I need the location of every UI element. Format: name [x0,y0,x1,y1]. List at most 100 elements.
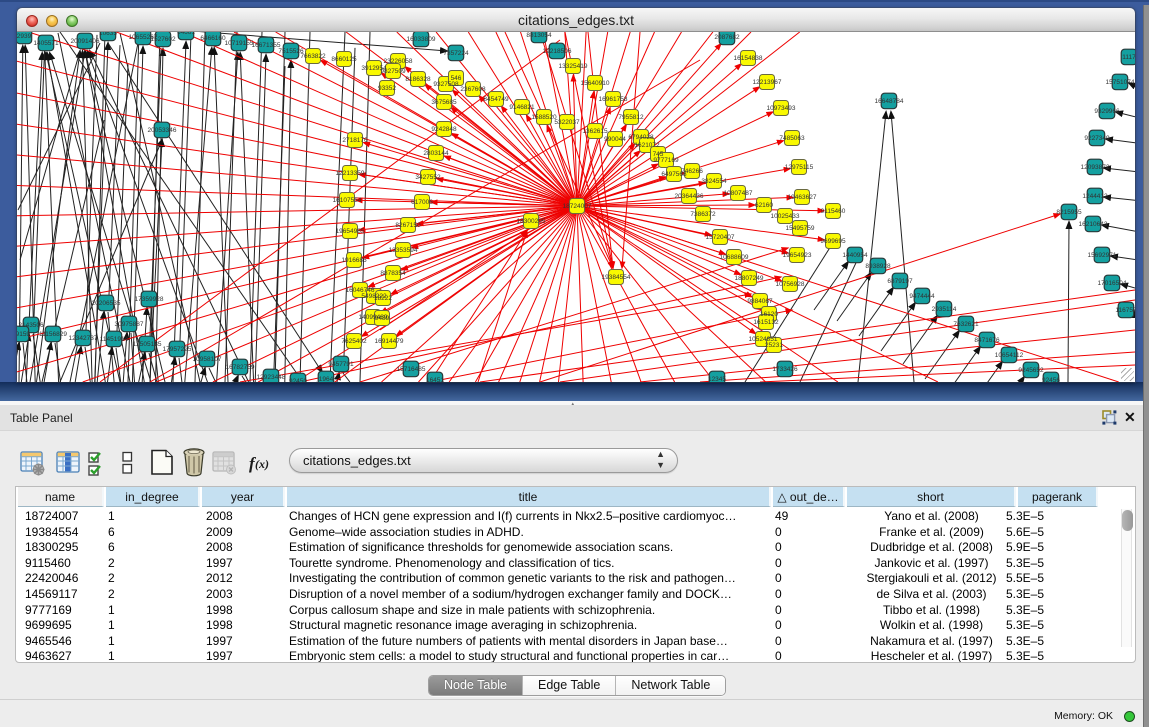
svg-text:3824554: 3824554 [701,178,727,185]
svg-text:8878354: 8878354 [380,270,406,277]
svg-text:1588520: 1588520 [531,114,557,121]
svg-text:1527602: 1527602 [150,36,176,43]
svg-text:1362615: 1362615 [582,128,608,135]
svg-text:9245652: 9245652 [1018,367,1044,374]
svg-text:2087682: 2087682 [714,34,740,41]
svg-text:9884067: 9884067 [747,298,773,305]
svg-text:(x): (x) [255,457,269,471]
svg-text:9327508: 9327508 [433,81,459,88]
svg-text:3675685: 3675685 [431,99,457,106]
svg-text:7357224: 7357224 [443,50,469,57]
svg-text:546: 546 [451,75,462,82]
svg-text:7955812: 7955812 [618,114,644,121]
svg-text:19654985: 19654985 [336,228,365,235]
svg-text:746266: 746266 [681,168,703,175]
svg-text:12923448: 12923448 [257,374,286,381]
svg-text:1405571: 1405571 [33,40,59,47]
svg-text:16671355: 16671355 [252,42,281,49]
svg-text:93352: 93352 [378,85,396,92]
svg-text:9242848: 9242848 [431,126,457,133]
svg-text:7386372: 7386372 [690,211,716,218]
svg-text:10654112: 10654112 [995,352,1024,359]
svg-text:11451914: 11451914 [100,336,129,343]
svg-text:9827509: 9827509 [380,68,406,75]
svg-text:7663822: 7663822 [300,53,326,60]
svg-text:9115460: 9115460 [821,208,846,215]
svg-text:2939: 2939 [17,33,32,40]
svg-text:8215955: 8215955 [1056,209,1082,216]
svg-text:16107554: 16107554 [333,197,362,204]
svg-text:16120: 16120 [760,311,778,318]
svg-text:116753: 116753 [1115,307,1135,314]
svg-text:5322037: 5322037 [554,119,580,126]
svg-text:7485063: 7485063 [779,135,805,142]
svg-text:16914479: 16914479 [375,338,404,345]
svg-text:12342737: 12342737 [69,335,98,342]
svg-text:1733426: 1733426 [772,366,798,373]
svg-text:10973493: 10973493 [767,105,796,112]
svg-text:8471676: 8471676 [974,337,1000,344]
svg-text:20364436: 20364436 [675,193,704,200]
svg-text:10807487: 10807487 [724,190,753,197]
svg-text:9457791: 9457791 [328,361,354,368]
svg-text:1117: 1117 [1122,54,1135,61]
svg-text:18300295: 18300295 [517,218,546,225]
svg-text:16961758: 16961758 [599,96,628,103]
svg-text:15716485: 15716485 [397,366,426,373]
svg-text:17016504: 17016504 [1098,280,1127,287]
svg-text:617006: 617006 [411,199,433,206]
svg-text:8267150: 8267150 [395,222,421,229]
svg-text:1964: 1964 [319,376,334,382]
svg-text:18724007: 18724007 [563,203,592,210]
svg-text:25231: 25231 [765,342,783,349]
svg-text:13353594: 13353594 [389,247,418,254]
svg-text:19654923: 19654923 [783,252,812,259]
svg-text:17359928: 17359928 [135,296,164,303]
svg-text:16154838: 16154838 [734,55,763,62]
svg-text:20206535: 20206535 [92,300,121,307]
svg-text:10025433: 10025433 [771,213,800,220]
svg-text:1244412: 1244412 [1082,193,1108,200]
svg-text:990044: 990044 [604,136,626,143]
svg-text:9329966: 9329966 [1094,108,1120,115]
svg-text:10635: 10635 [99,32,117,37]
svg-text:16451: 16451 [426,377,444,382]
svg-text:8454749: 8454749 [483,96,509,103]
svg-text:12505135: 12505135 [133,341,162,348]
svg-text:19218506: 19218506 [543,48,572,55]
svg-text:2718176: 2718176 [342,137,368,144]
svg-text:15495759: 15495759 [786,225,815,232]
svg-text:10958107: 10958107 [193,356,222,363]
svg-text:6466160: 6466160 [200,35,226,42]
svg-text:9777169: 9777169 [653,157,679,164]
svg-text:2367608: 2367608 [460,86,486,93]
svg-text:8660125: 8660125 [331,56,357,63]
svg-text:19384554: 19384554 [602,274,631,281]
svg-text:18222: 18222 [374,295,392,302]
svg-text:15640910: 15640910 [581,80,610,87]
svg-text:13325419: 13325419 [559,63,588,70]
svg-text:6794028: 6794028 [628,134,654,141]
svg-text:64661: 64661 [177,32,195,36]
svg-text:7632621: 7632621 [953,321,979,328]
svg-text:12213359: 12213359 [336,170,365,177]
svg-text:1621072: 1621072 [634,142,660,149]
svg-text:9146821: 9146821 [509,104,535,111]
svg-text:1440954: 1440954 [842,252,868,259]
svg-text:6879197: 6879197 [887,278,913,285]
svg-text:3427552: 3427552 [415,174,441,181]
svg-text:10719155: 10719155 [225,40,254,47]
svg-text:2803144: 2803144 [423,150,449,157]
svg-text:20091406: 20091406 [71,38,100,45]
svg-text:9474444: 9474444 [909,293,935,300]
svg-text:7625402: 7625402 [341,338,367,345]
svg-text:12093872: 12093872 [1081,164,1110,171]
svg-text:8938928: 8938928 [865,263,891,270]
svg-text:18807249: 18807249 [735,275,764,282]
svg-text:15692971: 15692971 [1088,252,1117,259]
svg-text:23226058: 23226058 [384,58,413,65]
svg-text:20053346: 20053346 [148,127,177,134]
svg-text:92456: 92456 [1042,377,1060,382]
svg-text:16210643: 16210643 [1079,221,1108,228]
svg-text:62160: 62160 [755,202,773,209]
